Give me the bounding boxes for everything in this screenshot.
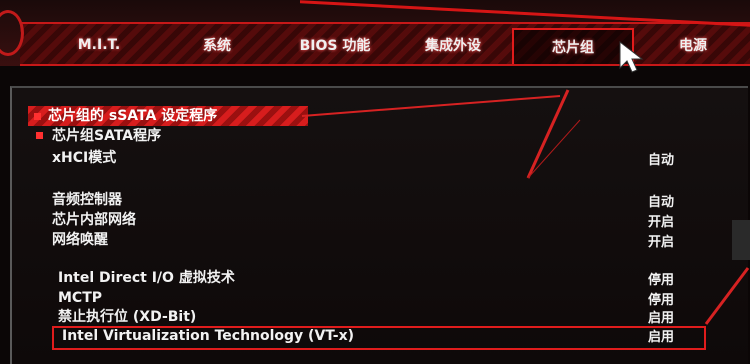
tab-mit[interactable]: M.I.T.	[40, 28, 158, 62]
setting-label-wol[interactable]: 网络唤醒	[52, 230, 108, 250]
setting-label-audio[interactable]: 音频控制器	[52, 190, 122, 210]
setting-label-sata[interactable]: 芯片组SATA程序	[52, 126, 161, 146]
setting-label-mctp[interactable]: MCTP	[58, 288, 102, 308]
bullet-icon	[34, 113, 41, 120]
bullet-icon	[36, 132, 43, 139]
setting-value-vtx[interactable]: 启用	[648, 328, 674, 348]
section-header-row[interactable]: 芯片组的 sSATA 设定程序	[28, 106, 308, 126]
mouse-pointer-icon	[619, 40, 644, 73]
setting-label-vtd[interactable]: Intel Direct I/O 虚拟技术	[58, 268, 235, 288]
tab-chipset[interactable]: 芯片组	[512, 28, 634, 64]
setting-label-lan[interactable]: 芯片内部网络	[52, 210, 136, 230]
setting-label-xhci[interactable]: xHCI模式	[52, 148, 116, 168]
tab-power[interactable]: 电源	[634, 28, 750, 62]
setting-value-xhci[interactable]: 自动	[648, 151, 674, 171]
setting-value-wol[interactable]: 开启	[648, 233, 674, 253]
side-scroll-indicator[interactable]	[732, 220, 750, 260]
tab-peripherals[interactable]: 集成外设	[394, 28, 512, 62]
setting-label-vtx[interactable]: Intel Virtualization Technology (VT-x)	[62, 326, 354, 346]
setting-value-lan[interactable]: 开启	[648, 213, 674, 233]
setting-label-xd-bit[interactable]: 禁止执行位 (XD-Bit)	[58, 307, 196, 327]
tab-system[interactable]: 系统	[158, 28, 276, 62]
tab-bios-features[interactable]: BIOS 功能	[276, 28, 394, 62]
section-header-label: 芯片组的 sSATA 设定程序	[48, 108, 218, 124]
setting-value-audio[interactable]: 自动	[648, 193, 674, 213]
setting-value-vtd[interactable]: 停用	[648, 271, 674, 291]
setting-value-mctp[interactable]: 停用	[648, 291, 674, 311]
